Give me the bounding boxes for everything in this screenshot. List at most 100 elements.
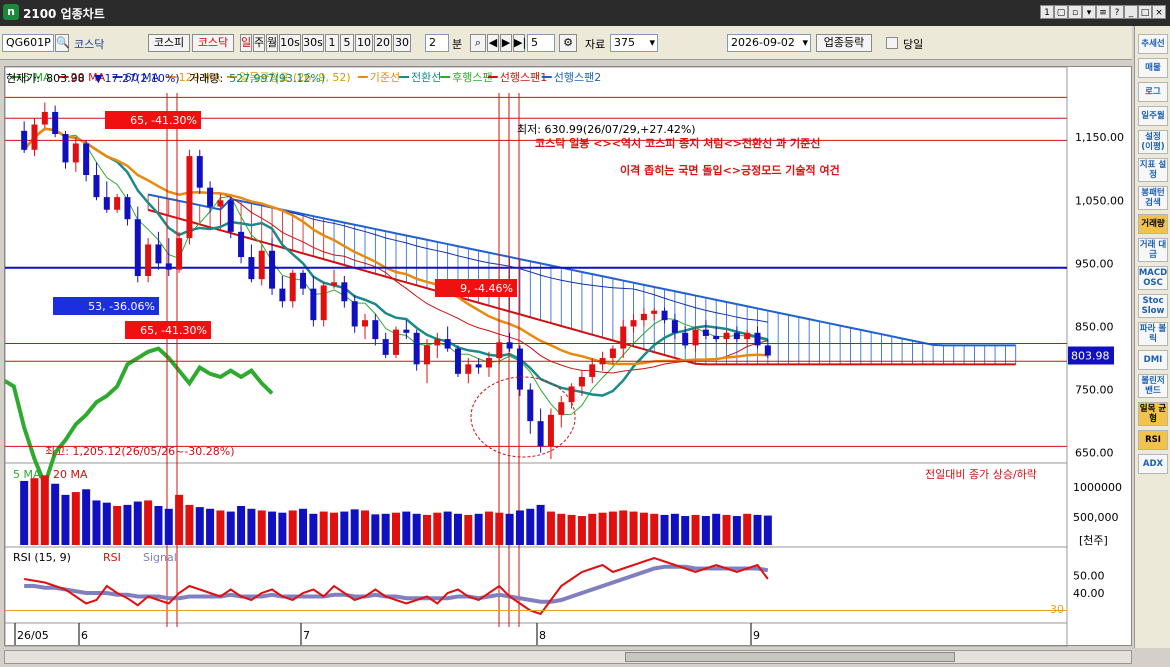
- title-bar: n 2100 업종차트 1 ▢ ▫ ▾ ≡? _ □ ×: [0, 0, 1170, 26]
- next-icon[interactable]: ▶: [500, 34, 512, 52]
- volume-bar: [309, 513, 318, 545]
- chart-area[interactable]: 5 MA 20 MA 60 MA 120 MA 일목균형표 (26, 9, 52) 기준선…: [0, 66, 1132, 648]
- volume-bar: [536, 504, 545, 545]
- volume-bar: [629, 511, 638, 545]
- candle-body: [269, 250, 276, 289]
- count-input[interactable]: 5: [527, 34, 555, 52]
- candle-body: [289, 272, 296, 302]
- volume-bar: [495, 512, 504, 545]
- window-control-3[interactable]: ▾: [1082, 5, 1096, 19]
- sidebar-item-3[interactable]: 일주월: [1138, 106, 1168, 126]
- candle-body: [134, 219, 141, 276]
- today-checkbox[interactable]: [886, 37, 898, 49]
- period-button-6[interactable]: 5: [340, 34, 354, 52]
- period-button-8[interactable]: 20: [374, 34, 392, 52]
- sidebar-item-15[interactable]: RSI: [1138, 430, 1168, 450]
- volume-bar: [619, 510, 628, 545]
- volume-bar: [412, 513, 421, 545]
- period-button-1[interactable]: 주: [253, 34, 265, 52]
- prev-icon[interactable]: ◀: [487, 34, 499, 52]
- window-control-6[interactable]: _: [1124, 5, 1138, 19]
- sidebar-item-6[interactable]: 봉패턴 검색: [1138, 186, 1168, 210]
- sidebar-item-14[interactable]: 일목 균형: [1138, 402, 1168, 426]
- sidebar-item-9[interactable]: MACD OSC: [1138, 266, 1168, 290]
- volume-legend-ma5: 5 MA: [13, 468, 41, 481]
- volume-bar: [639, 512, 648, 545]
- sidebar-item-4[interactable]: 설정 (이평): [1138, 130, 1168, 154]
- volume-bar: [299, 508, 308, 545]
- sidebar-item-13[interactable]: 볼린저 밴드: [1138, 374, 1168, 398]
- sidebar-item-10[interactable]: Stoc Slow: [1138, 294, 1168, 318]
- period-button-2[interactable]: 월: [266, 34, 278, 52]
- sidebar-item-5[interactable]: 지표 설정: [1138, 158, 1168, 182]
- volume-bar: [660, 514, 669, 545]
- down-arrow-icon: ▼: [94, 72, 103, 85]
- candle-body: [702, 329, 709, 336]
- volume-bar: [144, 500, 153, 545]
- rsi-level-label: 30: [1050, 603, 1064, 616]
- window-control-5[interactable]: ?: [1110, 5, 1124, 19]
- volume-bar: [546, 511, 555, 545]
- candle-body: [382, 339, 389, 355]
- sidebar-item-7[interactable]: 거래량: [1138, 214, 1168, 234]
- volume-bar: [51, 483, 60, 545]
- period-button-7[interactable]: 10: [355, 34, 373, 52]
- search-icon[interactable]: 🔍: [55, 34, 70, 52]
- sidebar-item-2[interactable]: 로그: [1138, 82, 1168, 102]
- period-button-9[interactable]: 30: [393, 34, 411, 52]
- volume-bar: [392, 512, 400, 545]
- tab-kospi[interactable]: 코스피: [148, 34, 190, 52]
- period-button-3[interactable]: 10s: [279, 34, 301, 52]
- candle-body: [413, 332, 420, 365]
- window-control-0[interactable]: 1: [1040, 5, 1054, 19]
- candle-body: [186, 156, 193, 239]
- sidebar-item-16[interactable]: ADX: [1138, 454, 1168, 474]
- rsi-legend-rsi: RSI: [103, 551, 121, 564]
- sidebar-item-8[interactable]: 거래 대금: [1138, 238, 1168, 262]
- window-control-2[interactable]: ▫: [1068, 5, 1082, 19]
- candle-body: [547, 414, 554, 447]
- candle-body: [744, 332, 751, 340]
- candle-body: [217, 200, 224, 207]
- candle-body: [578, 376, 585, 387]
- window-control-8[interactable]: ×: [1152, 5, 1166, 19]
- period-button-4[interactable]: 30s: [302, 34, 324, 52]
- market-name: 코스닥: [74, 38, 105, 51]
- volume-bar: [185, 504, 194, 545]
- chart-svg: 5 MA 20 MA 60 MA 120 MA 일목균형표 (26, 9, 52) 기준선…: [0, 66, 1124, 648]
- data-count-select[interactable]: 375 ▾: [610, 34, 658, 52]
- period-input[interactable]: 2: [425, 34, 449, 52]
- window-control-4[interactable]: ≡: [1096, 5, 1110, 19]
- sidebar-item-1[interactable]: 매물: [1138, 58, 1168, 78]
- period-button-0[interactable]: 일: [240, 34, 252, 52]
- sidebar-item-11[interactable]: 파라 볼릭: [1138, 322, 1168, 346]
- candle-body: [609, 348, 616, 359]
- code-input[interactable]: QG601P: [2, 34, 54, 52]
- candle-body: [124, 197, 131, 220]
- sidebar-item-0[interactable]: 추세선: [1138, 34, 1168, 54]
- volume-bar: [133, 501, 142, 545]
- volume-bar: [732, 516, 741, 545]
- candle-body: [196, 156, 203, 188]
- legend-item-6: 전환선: [411, 71, 441, 84]
- window-control-1[interactable]: ▢: [1054, 5, 1068, 19]
- settings-icon[interactable]: ⚙: [559, 34, 577, 52]
- volume-bar: [154, 506, 163, 545]
- volume-bar: [195, 507, 204, 545]
- scroll-thumb[interactable]: [625, 652, 955, 662]
- window-control-7[interactable]: □: [1138, 5, 1152, 19]
- sidebar-item-12[interactable]: DMI: [1138, 350, 1168, 370]
- sector-button[interactable]: 업종등락: [816, 34, 872, 52]
- volume-bar: [40, 475, 49, 545]
- zoom-icon[interactable]: ⌕: [470, 34, 486, 52]
- volume-bar: [722, 514, 731, 545]
- date-select[interactable]: 2026-09-02 ▾: [727, 34, 811, 52]
- end-icon[interactable]: ▶|: [513, 34, 526, 52]
- horizontal-scrollbar[interactable]: [4, 650, 1132, 664]
- volume-bar: [670, 513, 679, 545]
- tab-kosdaq[interactable]: 코스닥: [192, 34, 234, 52]
- candle-body: [83, 143, 90, 176]
- period-button-5[interactable]: 1: [325, 34, 339, 52]
- candle-body: [393, 329, 399, 355]
- volume-bar: [701, 516, 710, 545]
